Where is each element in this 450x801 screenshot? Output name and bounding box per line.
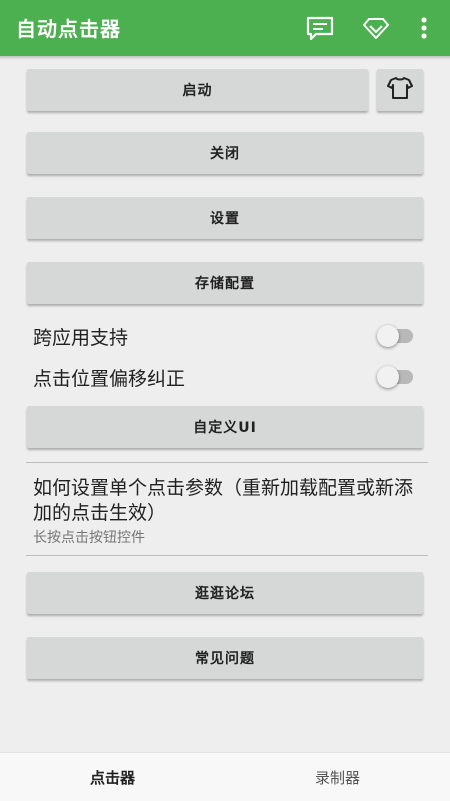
forum-button[interactable]: 逛逛论坛 [27,572,423,614]
save-config-button[interactable]: 存储配置 [27,262,423,304]
start-button[interactable]: 启动 [27,69,368,111]
settings-button[interactable]: 设置 [27,197,423,239]
tshirt-icon [387,76,413,104]
offset-fix-switch[interactable] [377,366,413,388]
tab-recorder[interactable]: 录制器 [225,753,450,801]
chat-icon[interactable] [304,12,336,44]
tab-clicker[interactable]: 点击器 [0,753,225,801]
more-vert-icon[interactable] [410,12,438,44]
app-title: 自动点击器 [16,17,121,41]
cross-app-row: 跨应用支持 [33,320,413,350]
offset-fix-row: 点击位置偏移纠正 [33,361,413,391]
divider [26,462,428,463]
close-button[interactable]: 关闭 [27,132,423,174]
appbar-shadow [0,56,450,60]
info-subtitle: 长按点击按钮控件 [33,530,145,546]
cross-app-switch[interactable] [377,325,413,347]
gem-icon[interactable] [360,12,392,44]
cross-app-label: 跨应用支持 [33,327,129,349]
faq-button[interactable]: 常见问题 [27,637,423,679]
info-title: 如何设置单个点击参数（重新加载配置或新添加的点击生效） [33,477,414,524]
theme-button[interactable] [377,69,423,111]
offset-fix-label: 点击位置偏移纠正 [33,368,186,390]
bottom-nav: 点击器 录制器 [0,752,450,801]
app-bar: 自动点击器 [0,0,450,56]
custom-ui-button[interactable]: 自定义UI [27,406,423,448]
divider [26,555,428,556]
